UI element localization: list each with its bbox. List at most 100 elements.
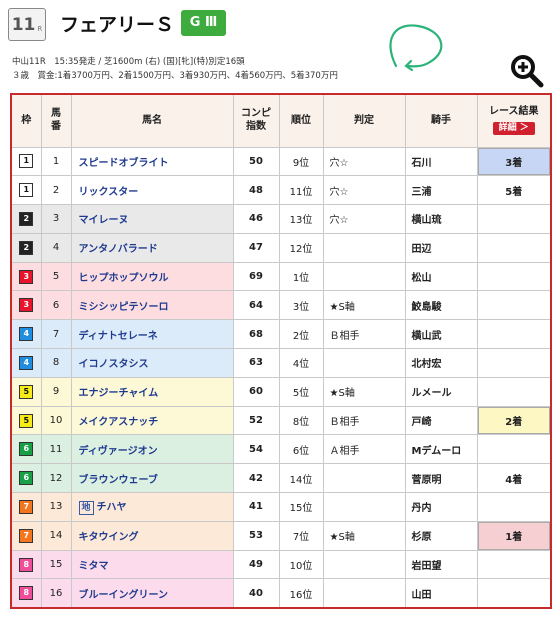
waku-cell: 6 xyxy=(10,463,42,494)
horse-name[interactable]: ミタマ xyxy=(79,561,109,572)
combi-index: 68 xyxy=(232,319,280,350)
combi-rank: 10位 xyxy=(278,549,324,580)
waku-cell: 7 xyxy=(10,520,42,551)
horse-name-link[interactable]: 地チハヤ xyxy=(70,492,234,522)
horse-name[interactable]: リックスター xyxy=(79,187,139,198)
horse-name[interactable]: ブルーイングリーン xyxy=(79,590,169,601)
umaban-cell: 4 xyxy=(40,232,72,263)
combi-index: 40 xyxy=(232,578,280,609)
horse-name[interactable]: マイレーヌ xyxy=(79,215,129,226)
horse-name-link[interactable]: リックスター xyxy=(70,175,234,206)
umaban-cell: 12 xyxy=(40,463,72,494)
detail-button[interactable]: 詳細 ＞ xyxy=(492,121,535,136)
header-combi-index: コンピ 指数 xyxy=(232,93,280,148)
umaban-cell: 13 xyxy=(40,492,72,522)
horse-name-link[interactable]: ディヴァージオン xyxy=(70,434,234,465)
waku-number: 4 xyxy=(19,327,34,342)
judgment xyxy=(322,578,406,609)
race-result xyxy=(476,348,552,378)
waku-number: 7 xyxy=(19,499,34,514)
horse-name[interactable]: キタウイング xyxy=(79,532,139,543)
race-info-line2: ３歳 賞金:1着3700万円、2着1500万円、3着930万円、4着560万円、… xyxy=(12,71,338,81)
combi-rank: 4位 xyxy=(278,348,324,378)
horse-name-link[interactable]: ディナトセレーネ xyxy=(70,319,234,350)
horse-name-link[interactable]: ヒップホップソウル xyxy=(70,261,234,292)
judgment xyxy=(322,492,406,522)
horse-name[interactable]: スピードオブライト xyxy=(79,158,169,169)
horse-name-link[interactable]: ブルーイングリーン xyxy=(70,578,234,609)
combi-rank: 8位 xyxy=(278,405,324,436)
combi-rank: 3位 xyxy=(278,290,324,321)
waku-cell: 8 xyxy=(10,578,42,609)
combi-index: 63 xyxy=(232,348,280,378)
waku-cell: 3 xyxy=(10,261,42,292)
jockey-name: 菅原明 xyxy=(404,463,478,494)
jockey-name: 三浦 xyxy=(404,175,478,206)
horse-name-link[interactable]: ミタマ xyxy=(70,549,234,580)
judgment: ★S軸 xyxy=(322,376,406,407)
horse-name[interactable]: イコノスタシス xyxy=(79,359,149,370)
race-number: 11 xyxy=(11,14,36,35)
waku-number: 8 xyxy=(19,586,34,601)
race-result xyxy=(476,549,552,580)
waku-cell: 3 xyxy=(10,290,42,321)
table-row: 5 9 エナジーチャイム 60 5位 ★S軸 ルメール xyxy=(10,376,552,407)
race-number-badge: 11 R xyxy=(8,8,46,41)
table-row: 1 1 スピードオブライト 50 9位 穴☆ 石川 3着 xyxy=(10,146,552,177)
horse-name[interactable]: メイクアスナッチ xyxy=(79,417,159,428)
umaban-cell: 11 xyxy=(40,434,72,465)
horse-name-link[interactable]: エナジーチャイム xyxy=(70,376,234,407)
horse-name-link[interactable]: ミシシッピテソーロ xyxy=(70,290,234,321)
horse-name[interactable]: アンタノバラード xyxy=(79,244,158,255)
header-judgment: 判定 xyxy=(322,93,406,148)
judgment xyxy=(322,232,406,263)
race-result: 3着 xyxy=(476,146,552,177)
horse-name[interactable]: ディナトセレーネ xyxy=(79,331,158,342)
judgment: 穴☆ xyxy=(322,204,406,234)
judgment: Ｂ相手 xyxy=(322,405,406,436)
horse-name[interactable]: エナジーチャイム xyxy=(79,388,159,399)
horse-name[interactable]: ミシシッピテソーロ xyxy=(79,302,169,313)
combi-index: 52 xyxy=(232,405,280,436)
zoom-in-icon[interactable] xyxy=(510,54,544,88)
jockey-name: 戸崎 xyxy=(404,405,478,436)
table-row: 6 12 ブラウンウェーブ 42 14位 菅原明 4着 xyxy=(10,463,552,494)
horse-name-link[interactable]: キタウイング xyxy=(70,520,234,551)
race-result: 1着 xyxy=(476,520,552,551)
horse-name-link[interactable]: メイクアスナッチ xyxy=(70,405,234,436)
combi-rank: 2位 xyxy=(278,319,324,350)
jockey-name: 横山琉 xyxy=(404,204,478,234)
header-waku: 枠 xyxy=(10,93,42,148)
horse-name-link[interactable]: スピードオブライト xyxy=(70,146,234,177)
combi-index: 60 xyxy=(232,376,280,407)
race-result xyxy=(476,290,552,321)
table-row: 8 15 ミタマ 49 10位 岩田望 xyxy=(10,549,552,580)
waku-number: 6 xyxy=(19,442,34,457)
jockey-name: 北村宏 xyxy=(404,348,478,378)
combi-rank: 9位 xyxy=(278,146,324,177)
horse-name[interactable]: ヒップホップソウル xyxy=(79,273,169,284)
umaban-cell: 8 xyxy=(40,348,72,378)
header-horse-name: 馬名 xyxy=(70,93,234,148)
jockey-name: ルメール xyxy=(404,376,478,407)
horse-name[interactable]: チハヤ xyxy=(97,502,127,513)
table-row: 1 2 リックスター 48 11位 穴☆ 三浦 5着 xyxy=(10,175,552,206)
table-row: 3 6 ミシシッピテソーロ 64 3位 ★S軸 鮫島駿 xyxy=(10,290,552,321)
race-result xyxy=(476,376,552,407)
horse-name-link[interactable]: ブラウンウェーブ xyxy=(70,463,234,494)
header-race-result-label: レース結果 xyxy=(489,106,539,118)
horse-name-link[interactable]: イコノスタシス xyxy=(70,348,234,378)
horse-name-link[interactable]: マイレーヌ xyxy=(70,204,234,234)
horse-name[interactable]: ブラウンウェーブ xyxy=(79,475,158,486)
combi-rank: 12位 xyxy=(278,232,324,263)
waku-number: 2 xyxy=(19,240,34,255)
combi-rank: 1位 xyxy=(278,261,324,292)
combi-index: 64 xyxy=(232,290,280,321)
horse-name-link[interactable]: アンタノバラード xyxy=(70,232,234,263)
judgment: 穴☆ xyxy=(322,175,406,206)
judgment xyxy=(322,348,406,378)
combi-index: 54 xyxy=(232,434,280,465)
judgment: Ｂ相手 xyxy=(322,319,406,350)
umaban-cell: 7 xyxy=(40,319,72,350)
horse-name[interactable]: ディヴァージオン xyxy=(79,446,158,457)
